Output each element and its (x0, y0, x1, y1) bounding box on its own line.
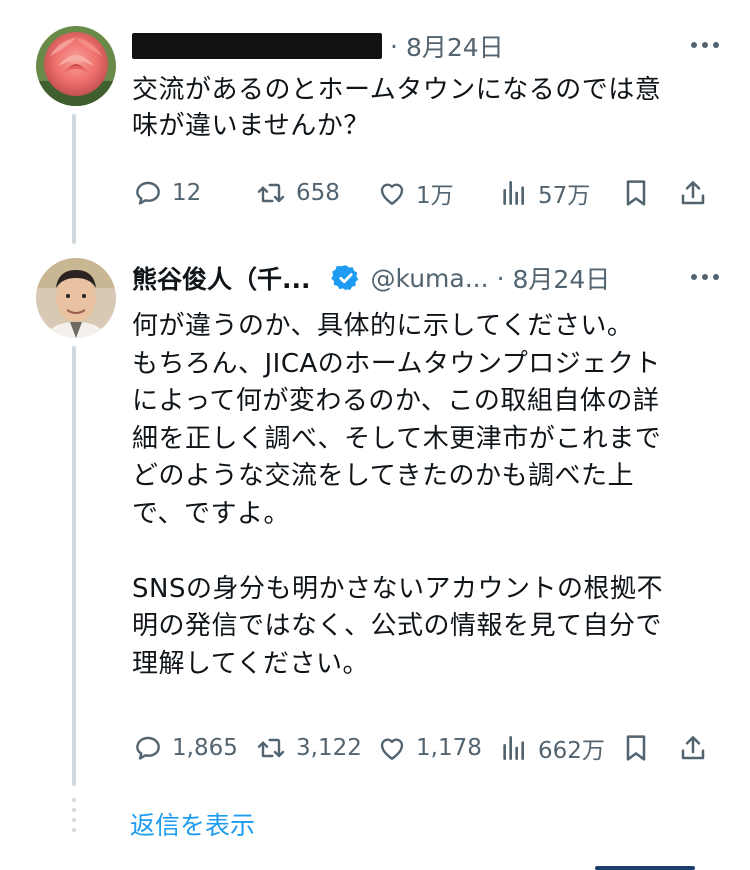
heart-icon (380, 738, 404, 760)
more-icon[interactable] (688, 262, 722, 292)
share-button[interactable] (677, 726, 709, 770)
thread-connector-dots (72, 798, 76, 838)
like-button[interactable]: 1,178 (376, 726, 482, 770)
show-replies-link[interactable]: 返信を表示 (130, 806, 255, 842)
bookmark-icon (626, 735, 646, 761)
like-count: 1,178 (416, 735, 482, 761)
header-separator: · (496, 263, 505, 293)
views-button[interactable]: 662万 (498, 726, 605, 770)
tweet-header: 熊谷俊人（千... @kuma... · 8月24日 (132, 258, 722, 298)
views-count: 662万 (538, 738, 605, 764)
repost-icon (257, 738, 285, 758)
tweet-actions: 1,865 3,122 1,178 662万 (132, 726, 722, 770)
share-icon (681, 736, 705, 760)
tweet-text: 何が違うのか、具体的に示してください。 もちろん、JICAのホームタウンプロジェ… (132, 311, 663, 679)
repost-count: 3,122 (296, 735, 362, 761)
reply-count: 1,865 (172, 735, 238, 761)
repost-button[interactable]: 3,122 (254, 726, 362, 770)
bookmark-button[interactable] (620, 726, 652, 770)
tweet-reply[interactable]: 熊谷俊人（千... @kuma... · 8月24日 何が違うのか、具体的に示し… (0, 0, 750, 800)
avatar-author[interactable] (36, 258, 116, 338)
author-name[interactable]: 熊谷俊人（千... (132, 260, 311, 296)
tweet-date[interactable]: 8月24日 (513, 260, 611, 296)
reply-icon (136, 736, 160, 760)
author-handle[interactable]: @kuma... (371, 264, 489, 293)
bottom-indicator (595, 866, 695, 870)
reply-button[interactable]: 1,865 (132, 726, 238, 770)
views-icon (503, 736, 524, 760)
verified-badge-icon (330, 263, 361, 293)
